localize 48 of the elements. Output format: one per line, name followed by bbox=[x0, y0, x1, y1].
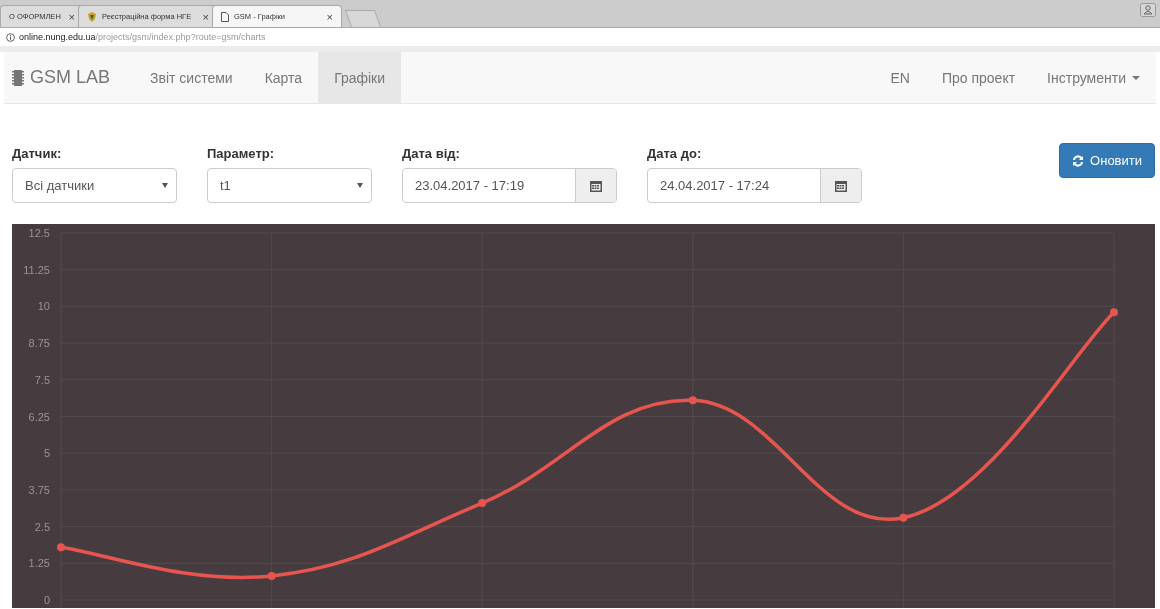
caret-icon bbox=[357, 183, 363, 188]
close-icon[interactable]: × bbox=[202, 10, 209, 23]
refresh-icon bbox=[1072, 154, 1085, 167]
y-tick-label: 0 bbox=[43, 594, 50, 606]
field-label: Дата до: bbox=[647, 146, 703, 161]
brand-logo[interactable]: GSM LAB bbox=[30, 67, 111, 88]
y-tick-label: 10 bbox=[37, 300, 50, 313]
select-field[interactable]: t1 bbox=[207, 168, 372, 203]
nav-link[interactable]: Карта bbox=[248, 52, 319, 103]
y-tick-label: 5 bbox=[43, 447, 50, 460]
field-label: Параметр: bbox=[207, 146, 276, 161]
chip-icon bbox=[12, 69, 24, 86]
nav-link[interactable]: Графіки bbox=[318, 52, 402, 103]
data-point bbox=[267, 571, 276, 580]
refresh-button[interactable]: Оновити bbox=[1059, 143, 1155, 178]
y-tick-label: 8.75 bbox=[28, 337, 50, 350]
select-field[interactable]: Всі датчики bbox=[12, 168, 177, 203]
field-label: Датчик: bbox=[12, 146, 63, 161]
date-field[interactable]: 23.04.2017 - 17:19 bbox=[402, 168, 617, 203]
nav-dropdown[interactable]: Інструменти bbox=[1031, 52, 1156, 103]
y-tick-label: 2.5 bbox=[34, 520, 50, 533]
page-icon bbox=[221, 11, 229, 22]
close-icon[interactable]: × bbox=[326, 10, 333, 23]
new-tab-button[interactable] bbox=[344, 10, 382, 27]
profile-icon[interactable] bbox=[1140, 3, 1156, 17]
data-point bbox=[899, 513, 908, 522]
address-field[interactable]: online.nung.edu.ua/projects/gsm/index.php?route=gsm/charts bbox=[19, 32, 266, 42]
nav-link[interactable]: Звіт системи bbox=[134, 52, 249, 103]
y-tick-label: 1.25 bbox=[28, 557, 50, 570]
field-label: Дата від: bbox=[402, 146, 461, 161]
calendar-icon bbox=[835, 179, 847, 192]
data-point bbox=[1110, 308, 1118, 317]
date-field[interactable]: 24.04.2017 - 17:24 bbox=[647, 168, 862, 203]
calendar-icon bbox=[590, 179, 602, 192]
y-tick-label: 3.75 bbox=[28, 483, 50, 496]
y-tick-label: 6.25 bbox=[28, 410, 50, 423]
y-tick-label: 7.5 bbox=[34, 373, 50, 386]
nav-link[interactable]: EN bbox=[874, 52, 926, 103]
caret-icon bbox=[162, 183, 168, 188]
data-point bbox=[57, 543, 65, 552]
y-tick-label: 12.5 bbox=[28, 227, 50, 239]
data-point bbox=[478, 499, 487, 508]
close-icon[interactable]: × bbox=[68, 10, 75, 23]
y-tick-label: 11.25 bbox=[23, 263, 50, 276]
crest-icon bbox=[87, 11, 97, 22]
data-point bbox=[688, 396, 697, 405]
nav-link[interactable]: Про проект bbox=[925, 52, 1032, 103]
info-icon[interactable] bbox=[6, 32, 15, 42]
